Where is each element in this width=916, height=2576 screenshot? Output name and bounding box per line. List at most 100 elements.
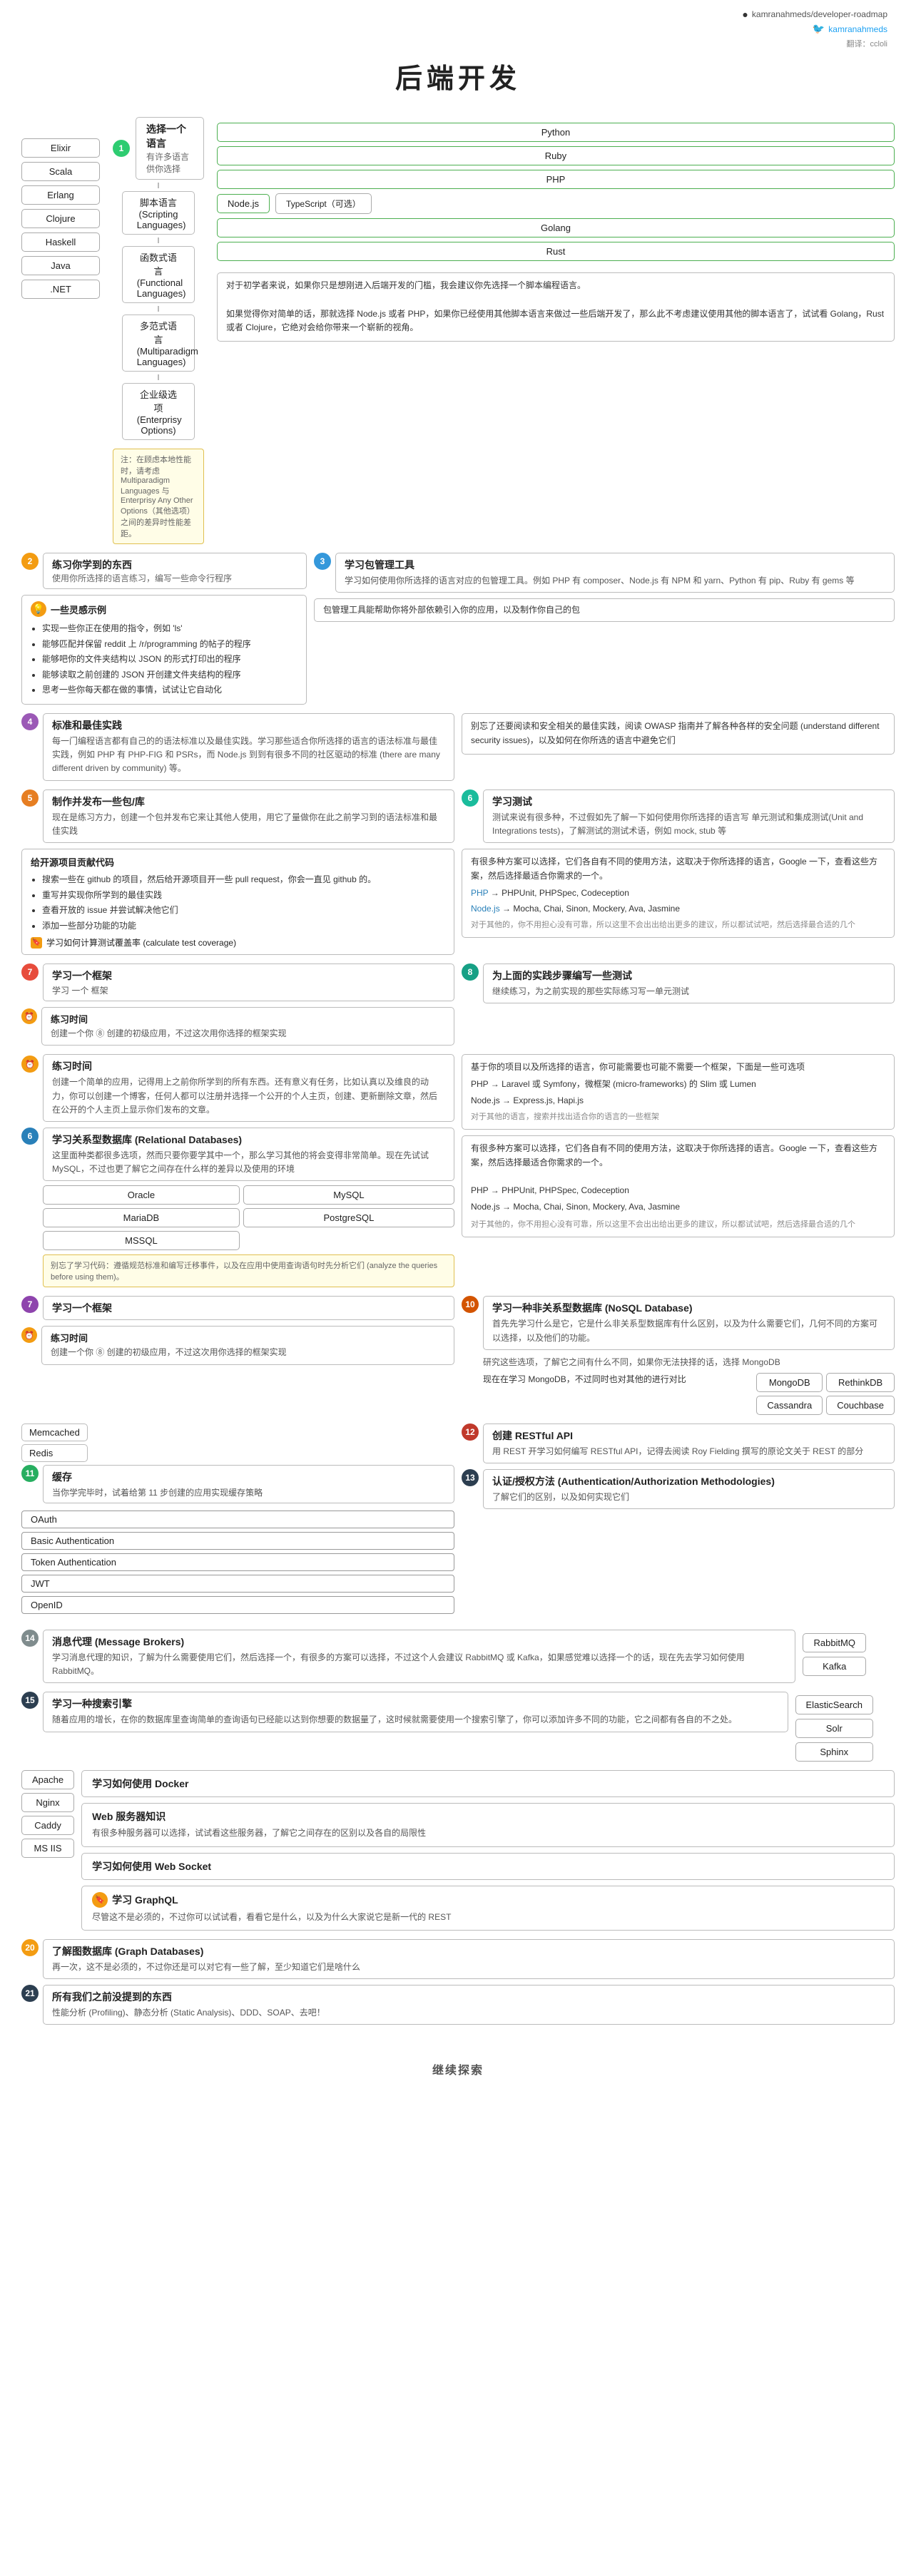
restful-header: 12 创建 RESTful API 用 REST 开学习如何编写 RESTful… (462, 1424, 895, 1463)
lang-clojure[interactable]: Clojure (21, 209, 100, 228)
insp-2: 能够匹配并保留 reddit 上 /r/programming 的帖子的程序 (42, 637, 297, 653)
section-practice2-db: ⏰ 练习时间 创建一个简单的应用，记得用上之前你所学到的所有东西。还有意义有任务… (21, 1054, 895, 1287)
step7-header: 7 学习一个框架 学习 一个 框架 (21, 964, 454, 1001)
nosql-cassandra[interactable]: Cassandra (756, 1396, 823, 1415)
framework-learn-circle: 7 (21, 1296, 39, 1313)
lang-java[interactable]: Java (21, 256, 100, 275)
graphdb-box: 了解图数据库 (Graph Databases) 再一次，这不是必须的，不过你还… (43, 1939, 895, 1979)
scripting-box: 脚本语言 (Scripting Languages) (122, 191, 195, 235)
step1-title: 选择一个语言 (146, 122, 193, 150)
auth-token[interactable]: Token Authentication (21, 1553, 454, 1571)
lang-ruby[interactable]: Ruby (217, 146, 895, 165)
auth-jwt[interactable]: JWT (21, 1575, 454, 1593)
sphinx-box[interactable]: Sphinx (795, 1742, 873, 1762)
coverage-icon: 🔖 (31, 937, 42, 949)
solr-box[interactable]: Solr (795, 1719, 873, 1738)
lang-elixir[interactable]: Elixir (21, 138, 100, 158)
lang-golang[interactable]: Golang (217, 218, 895, 237)
main-title: 后端开发 (0, 56, 916, 96)
kafka-box[interactable]: Kafka (803, 1657, 866, 1676)
section-cache-rest-auth: Memcached Redis 11 缓存 当你学完毕时，试着给第 11 步创建… (21, 1424, 895, 1621)
nosql-rethinkdb[interactable]: RethinkDB (826, 1373, 895, 1392)
search-items: ElasticSearch Solr Sphinx (795, 1692, 873, 1762)
step2-box: 练习你学到的东西 使用你所选择的语言练习，编写一些命令行程序 (43, 553, 307, 589)
db-mysql[interactable]: MySQL (243, 1185, 454, 1205)
auth-basic[interactable]: Basic Authentication (21, 1532, 454, 1550)
step3-title: 学习包管理工具 (345, 558, 885, 572)
graphdb-title: 了解图数据库 (Graph Databases) (52, 1944, 885, 1958)
msg-broker-left: 14 消息代理 (Message Brokers) 学习消息代理的知识，了解为什… (21, 1630, 795, 1683)
step1-subtitle: 有许多语言供你选择 (146, 150, 193, 175)
os-1: 搜索一些在 github 的项目，然后给开源项目开一些 pull request… (42, 872, 445, 888)
webserver-title: Web 服务器知识 (92, 1809, 884, 1824)
auth-openid[interactable]: OpenID (21, 1596, 454, 1614)
db-mssql[interactable]: MSSQL (43, 1231, 240, 1250)
nosql-sub: 研究这些选项，了解它之间有什么不同，如果你无法抉择的话，选择 MongoDB (462, 1356, 895, 1369)
twitter-icon: 🐦 (813, 23, 825, 35)
caddy-box[interactable]: Caddy (21, 1816, 74, 1835)
lang-typescript[interactable]: TypeScript（可选） (275, 193, 372, 214)
step5-box: 制作并发布一些包/库 现在是练习方力，创建一个包并发布它来让其他人使用，用它了量… (43, 789, 454, 843)
step3-box: 学习包管理工具 学习如何使用你所选择的语言对应的包管理工具。例如 PHP 有 c… (335, 553, 895, 593)
auth-oauth[interactable]: OAuth (21, 1511, 454, 1528)
lang-python[interactable]: Python (217, 123, 895, 142)
step4-box: 标准和最佳实践 每一门编程语言都有自己的的语法标准以及最佳实践。学习那些适合你所… (43, 713, 454, 781)
msiis-box[interactable]: MS IIS (21, 1839, 74, 1858)
nginx-box[interactable]: Nginx (21, 1793, 74, 1812)
top-links: ● kamranahmeds/developer-roadmap 🐦 kamra… (742, 9, 887, 49)
twitter-link[interactable]: 🐦 kamranahmeds (813, 23, 887, 35)
cache-note: 当你学完毕时，试着给第 11 步创建的应用实现缓存策略 (52, 1486, 445, 1498)
functional-box: 函数式语言 (Functional Languages) (122, 246, 195, 303)
practice-sub-title: 练习时间 (51, 1331, 445, 1344)
framework-options-right: 基于你的项目以及所选择的语言，你可能需要也可能不需要一个框架，下面是一些可选项 … (462, 1054, 895, 1287)
section-message-brokers: 14 消息代理 (Message Brokers) 学习消息代理的知识，了解为什… (21, 1630, 895, 1683)
db-mariadb[interactable]: MariaDB (43, 1208, 240, 1227)
nosql-options-grid: MongoDB RethinkDB Cassandra Couchbase (756, 1373, 895, 1415)
framework-nodejs: Node.js → Express.js, Hapi.js (471, 1094, 885, 1108)
cache-memcached-box[interactable]: Memcached (21, 1424, 88, 1441)
step9-title: 练习时间 (52, 1059, 445, 1073)
elasticsearch-box[interactable]: ElasticSearch (795, 1695, 873, 1714)
rabbitmq-box[interactable]: RabbitMQ (803, 1633, 866, 1652)
lang-haskell[interactable]: Haskell (21, 232, 100, 252)
page: ● kamranahmeds/developer-roadmap 🐦 kamra… (0, 0, 916, 2576)
cache-redis-box[interactable]: Redis (21, 1444, 88, 1462)
left-langs-col: Elixir Scala Erlang Clojure Haskell Java… (21, 117, 100, 299)
twitter-text: kamranahmeds (828, 24, 887, 34)
nosql-couchbase[interactable]: Couchbase (826, 1396, 895, 1415)
nodejs-ts-row: Node.js TypeScript（可选） (217, 193, 895, 214)
db-postgresql[interactable]: PostgreSQL (243, 1208, 454, 1227)
lang-dotnet[interactable]: .NET (21, 280, 100, 299)
translate-note: 翻译：ccloli (847, 38, 887, 49)
step6t-circle: 6 (462, 789, 479, 807)
nosql-right: 10 学习一种非关系型数据库 (NoSQL Database) 首先先学习什么是… (462, 1296, 895, 1415)
lang-erlang[interactable]: Erlang (21, 185, 100, 205)
nosql-mongodb[interactable]: MongoDB (756, 1373, 823, 1392)
top-bar: ● kamranahmeds/developer-roadmap 🐦 kamra… (0, 0, 916, 49)
step8-title: 为上面的实践步骤编写一些测试 (492, 968, 885, 983)
github-link[interactable]: ● kamranahmeds/developer-roadmap (742, 9, 887, 20)
db-oracle[interactable]: Oracle (43, 1185, 240, 1205)
lang-note-box: 注：在顾虑本地性能时，请考虑 Multiparadigm Languages 与… (113, 449, 204, 544)
step6t-box: 学习测试 测试来说有很多种，不过假如先了解一下如何使用你所选择的语言写 单元测试… (483, 789, 895, 843)
apache-box[interactable]: Apache (21, 1770, 74, 1789)
graphql-box: 🔖 学习 GraphQL 尽管这不是必须的，不过你可以试试看，看看它是什么，以及… (81, 1886, 895, 1931)
cache-step-boxes: Memcached Redis (21, 1424, 88, 1462)
step3-header: 3 学习包管理工具 学习如何使用你所选择的语言对应的包管理工具。例如 PHP 有… (314, 553, 895, 593)
lang-php[interactable]: PHP (217, 170, 895, 189)
step8-circle: 8 (462, 964, 479, 981)
step7-practice-title: 练习时间 (51, 1012, 445, 1026)
standards-left: 4 标准和最佳实践 每一门编程语言都有自己的的语法标准以及最佳实践。学习那些适合… (21, 713, 454, 781)
section-language: Elixir Scala Erlang Clojure Haskell Java… (21, 117, 895, 544)
practice2-left: ⏰ 练习时间 创建一个简单的应用，记得用上之前你所学到的所有东西。还有意义有任务… (21, 1054, 454, 1287)
enterprise-box: 企业级选项 (Enterprisy Options) (122, 383, 195, 440)
db-php-test: PHP → PHPUnit, PHPSpec, Codeception (471, 1184, 885, 1198)
os-3: 查看开放的 issue 并尝试解决他它们 (42, 903, 445, 919)
allthings-header: 21 所有我们之前没提到的东西 性能分析 (Profiling)、静态分析 (S… (21, 1985, 895, 2025)
search-circle: 15 (21, 1692, 39, 1709)
lang-scala[interactable]: Scala (21, 162, 100, 181)
lang-nodejs[interactable]: Node.js (217, 194, 270, 213)
practice-sub-content: 创建一个你 ⑧ 创建的初级应用，不过这次用你选择的框架实现 (51, 1346, 445, 1359)
step1-circle: 1 (113, 140, 130, 157)
lang-rust[interactable]: Rust (217, 242, 895, 261)
